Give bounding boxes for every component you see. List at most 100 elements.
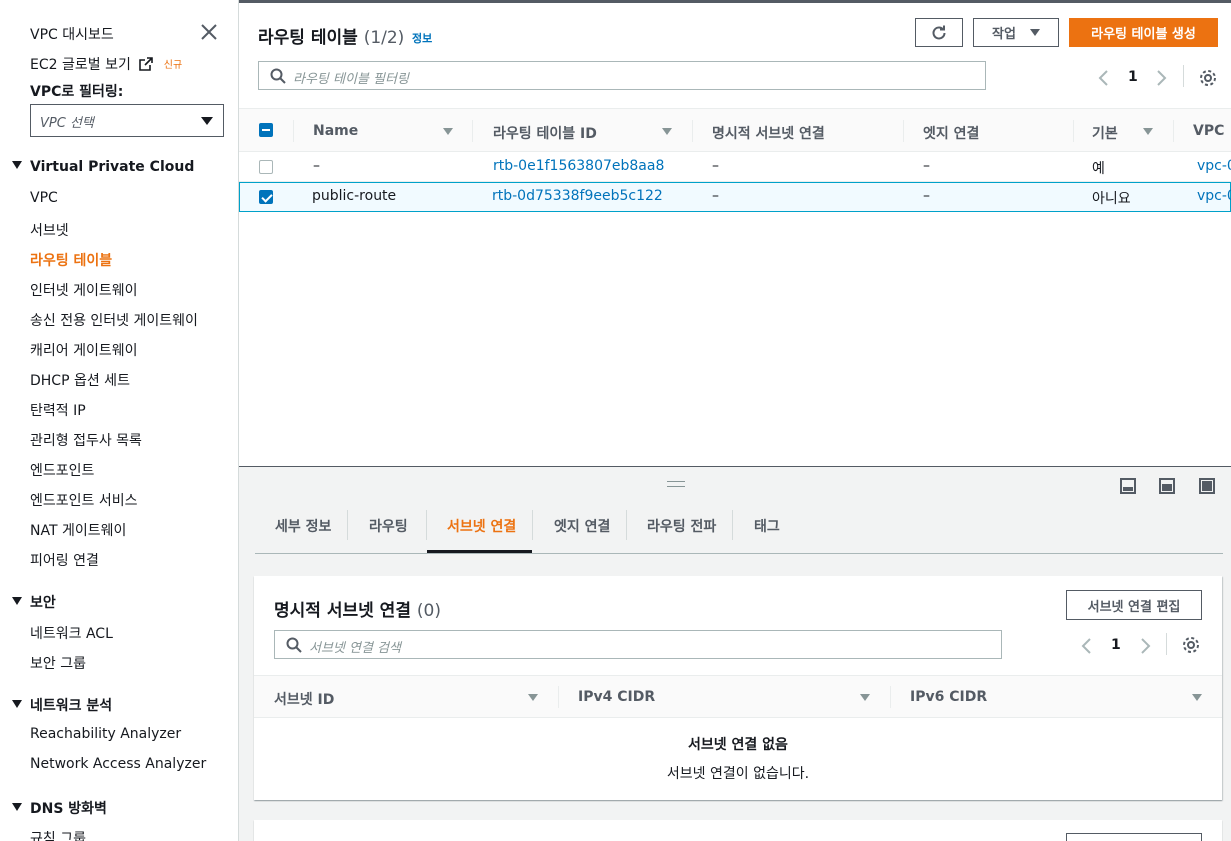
close-icon[interactable] — [199, 22, 219, 42]
info-link[interactable]: 정보 — [412, 30, 432, 46]
divider — [1183, 65, 1184, 87]
column-separator — [890, 686, 891, 708]
cell-main: 아니요 — [1092, 191, 1131, 207]
sidebar-item-subnets[interactable]: 서브넷 — [30, 220, 69, 240]
column-header-main[interactable]: 기본 — [1092, 123, 1118, 143]
sidebar-item-security-groups[interactable]: 보안 그룹 — [30, 653, 86, 673]
tab-details[interactable]: 세부 정보 — [275, 516, 331, 536]
sidebar-item-network-access-analyzer[interactable]: Network Access Analyzer — [30, 756, 206, 772]
table-row[interactable]: – rtb-0e1f1563807eb8aa8 – – 예 vpc-05 — [239, 152, 1231, 182]
tab-edge-associations[interactable]: 엣지 연결 — [554, 516, 610, 536]
column-separator — [903, 120, 904, 142]
section-dns-firewall[interactable]: DNS 방화벽 — [12, 798, 107, 818]
refresh-button[interactable] — [915, 18, 963, 47]
table-row-selected[interactable]: public-route rtb-0d75338f9eeb5c122 – – 아… — [239, 182, 1231, 212]
tab-routes[interactable]: 라우팅 — [369, 516, 408, 536]
vpc-filter-select[interactable]: VPC 선택 — [30, 104, 224, 137]
sidebar-item-reachability-analyzer[interactable]: Reachability Analyzer — [30, 726, 181, 742]
page-number[interactable]: 1 — [1128, 69, 1138, 85]
tab-subnet-associations[interactable]: 서브넷 연결 — [447, 516, 516, 536]
cell-main: 예 — [1092, 161, 1105, 177]
edit-subnet-associations-button[interactable]: 서브넷 연결 편집 — [1066, 590, 1202, 620]
tab-separator — [732, 510, 733, 540]
gear-icon[interactable] — [1182, 636, 1200, 654]
column-header-vpc[interactable]: VPC — [1193, 123, 1224, 139]
route-table-filter[interactable]: 라우팅 테이블 필터링 — [258, 61, 986, 90]
row-checkbox[interactable] — [259, 160, 273, 174]
section-virtual-private-cloud[interactable]: Virtual Private Cloud — [12, 159, 194, 175]
select-all-checkbox[interactable] — [259, 123, 273, 137]
column-header-ipv6-cidr[interactable]: IPv6 CIDR — [910, 689, 987, 705]
nav-vpc-dashboard[interactable]: VPC 대시보드 — [30, 24, 114, 44]
search-icon — [270, 68, 286, 84]
card-action-button[interactable] — [1066, 833, 1202, 841]
subnet-association-search[interactable]: 서브넷 연결 검색 — [274, 630, 1002, 659]
sidebar-item-network-acl[interactable]: 네트워크 ACL — [30, 623, 113, 643]
cell-edge: – — [923, 188, 930, 204]
sidebar-item-dhcp-options[interactable]: DHCP 옵션 세트 — [30, 370, 130, 390]
table-header: Name 라우팅 테이블 ID 명시적 서브넷 연결 엣지 연결 기본 VPC — [239, 108, 1231, 152]
chevron-right-icon[interactable] — [1140, 638, 1152, 654]
resize-handle[interactable] — [667, 481, 685, 487]
caret-down-icon — [12, 700, 22, 708]
cell-vpc[interactable]: vpc-05 — [1197, 188, 1231, 204]
cell-route-table-id[interactable]: rtb-0d75338f9eeb5c122 — [492, 188, 663, 204]
main-content: 라우팅 테이블 (1/2) 정보 작업 라우팅 테이블 생성 라우팅 테이블 필… — [239, 0, 1231, 841]
gear-icon[interactable] — [1199, 69, 1217, 87]
column-header-explicit-subnet[interactable]: 명시적 서브넷 연결 — [712, 123, 825, 143]
sidebar-item-route-tables[interactable]: 라우팅 테이블 — [30, 250, 112, 270]
nav-ec2-global-view[interactable]: EC2 글로벌 보기 신규 — [30, 54, 182, 74]
sidebar-item-endpoints[interactable]: 엔드포인트 — [30, 460, 94, 480]
sidebar-item-elastic-ip[interactable]: 탄력적 IP — [30, 400, 86, 420]
column-header-ipv4-cidr[interactable]: IPv4 CIDR — [578, 689, 655, 705]
layout-bottom-icon[interactable] — [1120, 478, 1136, 494]
row-checkbox[interactable] — [259, 190, 273, 204]
caret-down-icon — [12, 161, 22, 169]
sidebar-item-nat-gateways[interactable]: NAT 게이트웨이 — [30, 520, 126, 540]
active-tab-indicator — [427, 550, 532, 553]
caret-down-icon — [1029, 29, 1040, 36]
sort-icon[interactable] — [662, 128, 672, 135]
tab-route-propagation[interactable]: 라우팅 전파 — [647, 516, 716, 536]
column-header-route-table-id[interactable]: 라우팅 테이블 ID — [493, 123, 597, 143]
sort-icon[interactable] — [1143, 128, 1153, 135]
sidebar-item-rule-groups[interactable]: 규칙 그룹 — [30, 828, 86, 841]
route-tables-pane: 라우팅 테이블 (1/2) 정보 작업 라우팅 테이블 생성 라우팅 테이블 필… — [239, 0, 1231, 466]
empty-state-message: 서브넷 연결이 없습니다. — [666, 766, 810, 782]
column-separator — [1173, 120, 1174, 142]
section-network-analysis[interactable]: 네트워크 분석 — [12, 695, 112, 715]
section-security[interactable]: 보안 — [12, 592, 56, 612]
cell-route-table-id[interactable]: rtb-0e1f1563807eb8aa8 — [493, 158, 664, 174]
sort-icon[interactable] — [860, 694, 870, 701]
sidebar-item-peering[interactable]: 피어링 연결 — [30, 550, 99, 570]
column-header-subnet-id[interactable]: 서브넷 ID — [274, 689, 334, 709]
external-link-icon — [139, 57, 154, 71]
layout-full-icon[interactable] — [1199, 478, 1215, 494]
sort-icon[interactable] — [1192, 694, 1202, 701]
association-count: (0) — [416, 601, 441, 621]
layout-split-icon[interactable] — [1159, 478, 1175, 494]
sort-icon[interactable] — [528, 694, 538, 701]
sort-icon[interactable] — [443, 128, 453, 135]
actions-dropdown[interactable]: 작업 — [973, 18, 1059, 47]
chevron-left-icon[interactable] — [1080, 638, 1092, 654]
cell-vpc[interactable]: vpc-05 — [1197, 158, 1231, 174]
sidebar-item-egress-only-igw[interactable]: 송신 전용 인터넷 게이트웨이 — [30, 310, 198, 330]
column-separator — [472, 120, 473, 142]
sidebar-item-vpc[interactable]: VPC — [30, 190, 58, 206]
sidebar-item-internet-gateways[interactable]: 인터넷 게이트웨이 — [30, 280, 138, 300]
create-route-table-button[interactable]: 라우팅 테이블 생성 — [1069, 18, 1218, 47]
chevron-left-icon[interactable] — [1097, 70, 1109, 86]
sidebar-item-carrier-gateways[interactable]: 캐리어 게이트웨이 — [30, 340, 138, 360]
selection-count: (1/2) — [363, 28, 405, 48]
refresh-icon — [932, 25, 946, 39]
sidebar-item-prefix-lists[interactable]: 관리형 접두사 목록 — [30, 430, 142, 450]
chevron-right-icon[interactable] — [1156, 70, 1168, 86]
column-header-edge[interactable]: 엣지 연결 — [923, 123, 979, 143]
sidebar-item-endpoint-services[interactable]: 엔드포인트 서비스 — [30, 490, 138, 510]
subnet-table-header: 서브넷 ID IPv4 CIDR IPv6 CIDR — [254, 675, 1222, 718]
tab-tags[interactable]: 태그 — [754, 516, 780, 536]
cell-explicit-subnet: – — [712, 158, 719, 174]
column-header-name[interactable]: Name — [313, 123, 358, 139]
page-number[interactable]: 1 — [1111, 637, 1121, 653]
